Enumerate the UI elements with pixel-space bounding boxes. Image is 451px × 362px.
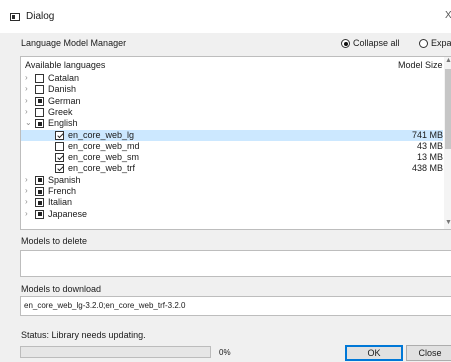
- tree-checkbox[interactable]: [35, 74, 44, 83]
- window-title: Dialog: [26, 11, 55, 22]
- models-to-delete-label: Models to delete: [21, 236, 88, 246]
- title-bar: Dialog X: [0, 0, 451, 33]
- language-tree[interactable]: Available languages Model Size › Catalan ›…: [20, 56, 451, 230]
- tree-row-size: 43 MB: [416, 140, 443, 151]
- models-to-download-value: en_core_web_lg-3.2.0;en_core_web_trf-3.2…: [24, 301, 186, 310]
- tree-checkbox[interactable]: [35, 198, 44, 208]
- tree-row-size: 13 MB: [416, 152, 443, 163]
- tree-row[interactable]: › Catalan: [21, 73, 443, 84]
- tree-row-size: 741 MB: [411, 129, 443, 140]
- tree-row-label: French: [48, 186, 77, 196]
- close-button[interactable]: Close: [406, 345, 451, 361]
- tree-row-label: en_core_web_trf: [68, 163, 136, 174]
- chevron-right-icon[interactable]: ›: [25, 197, 28, 206]
- tree-row[interactable]: › French: [21, 186, 443, 197]
- progress-percent: 0%: [219, 348, 231, 357]
- chevron-right-icon[interactable]: ›: [25, 107, 28, 116]
- tree-row-label: German: [48, 95, 81, 106]
- chevron-right-icon[interactable]: ›: [25, 186, 28, 195]
- tree-row[interactable]: › German: [21, 96, 443, 107]
- chevron-right-icon[interactable]: ›: [25, 73, 28, 82]
- tree-checkbox[interactable]: [35, 119, 44, 129]
- tree-row-label: Spanish: [48, 174, 81, 185]
- tree-checkbox[interactable]: [35, 209, 44, 219]
- scroll-thumb[interactable]: [445, 69, 451, 149]
- tree-row[interactable]: en_core_web_md 43 MB: [21, 141, 443, 152]
- tree-checkbox[interactable]: [55, 153, 64, 163]
- tree-row[interactable]: en_core_web_lg 741 MB: [21, 129, 443, 141]
- tree-row-label: en_core_web_md: [68, 140, 140, 151]
- tree-checkbox[interactable]: [55, 130, 64, 140]
- tree-row-label: Italian: [48, 197, 73, 208]
- tree-row-label: en_core_web_lg: [68, 129, 135, 140]
- models-to-download-label: Models to download: [21, 284, 102, 294]
- tree-row[interactable]: › Danish: [21, 84, 443, 95]
- tree-row[interactable]: ⌄ English: [21, 118, 443, 129]
- tree-column-header-size: Model Size: [398, 60, 443, 70]
- tree-checkbox[interactable]: [35, 85, 44, 95]
- tree-checkbox[interactable]: [35, 107, 44, 117]
- tree-row-label: Greek: [48, 106, 73, 117]
- tree-checkbox[interactable]: [35, 187, 44, 196]
- tree-row[interactable]: › Japanese: [21, 209, 443, 220]
- chevron-down-icon[interactable]: ⌄: [25, 118, 32, 127]
- tree-checkbox[interactable]: [35, 96, 44, 106]
- tree-row[interactable]: en_core_web_trf 438 MB: [21, 163, 443, 174]
- tree-row-label: English: [48, 118, 78, 129]
- chevron-right-icon[interactable]: ›: [25, 84, 28, 93]
- expand-all-radio[interactable]: [419, 39, 428, 48]
- tree-row-label: Japanese: [48, 208, 88, 219]
- tree-row-label: Catalan: [48, 73, 80, 83]
- tree-checkbox[interactable]: [55, 141, 64, 151]
- tree-row-size: 438 MB: [411, 163, 443, 174]
- tree-row[interactable]: › Italian: [21, 197, 443, 208]
- progress-bar: [20, 346, 211, 358]
- chevron-right-icon[interactable]: ›: [25, 96, 28, 105]
- tree-row-label: Danish: [48, 84, 77, 95]
- tree-row[interactable]: › Greek: [21, 107, 443, 118]
- ok-button[interactable]: OK: [345, 345, 403, 361]
- chevron-right-icon[interactable]: ›: [25, 175, 28, 184]
- tree-column-header-language: Available languages: [25, 60, 106, 70]
- models-to-download-field[interactable]: en_core_web_lg-3.2.0;en_core_web_trf-3.2…: [20, 296, 451, 316]
- close-window-icon[interactable]: X: [445, 10, 451, 21]
- section-title: Language Model Manager: [21, 38, 127, 48]
- tree-row[interactable]: en_core_web_sm 13 MB: [21, 152, 443, 163]
- scroll-down-icon[interactable]: ▼: [445, 219, 451, 226]
- status-text: Status: Library needs updating.: [21, 330, 146, 340]
- models-to-delete-field[interactable]: [20, 250, 451, 277]
- collapse-all-label[interactable]: Collapse all: [353, 38, 400, 48]
- chevron-right-icon[interactable]: ›: [25, 209, 28, 218]
- window-icon: [10, 13, 20, 21]
- tree-row[interactable]: › Spanish: [21, 175, 443, 186]
- collapse-all-radio[interactable]: [341, 39, 350, 48]
- tree-checkbox[interactable]: [55, 164, 64, 174]
- tree-checkbox[interactable]: [35, 175, 44, 185]
- tree-row-label: en_core_web_sm: [68, 152, 140, 163]
- expand-all-label[interactable]: Expand all: [431, 38, 451, 48]
- scroll-up-icon[interactable]: ▲: [445, 57, 451, 64]
